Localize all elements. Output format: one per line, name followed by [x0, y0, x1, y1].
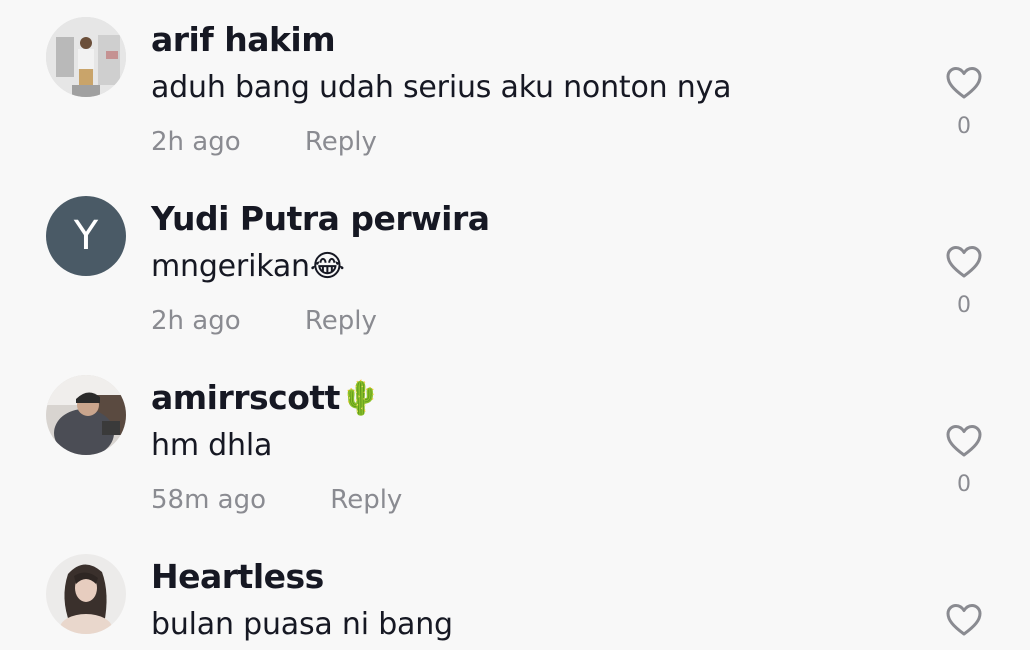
comment-text: aduh bang udah serius aku nonton nya — [151, 70, 732, 105]
comment-username[interactable]: amirrscott🌵 — [151, 378, 381, 418]
comment-text: hm dhla — [151, 428, 273, 463]
reply-button[interactable]: Reply — [305, 306, 377, 336]
like-control: 0 — [944, 245, 984, 318]
comment-timestamp: 58m ago — [151, 485, 267, 515]
like-count: 0 — [957, 114, 971, 139]
comment-item: arif hakim aduh bang udah serius aku non… — [0, 0, 1030, 179]
heart-outline-icon[interactable] — [945, 424, 983, 458]
like-count: 0 — [957, 472, 971, 497]
reply-button[interactable]: Reply — [330, 485, 402, 515]
reply-button[interactable]: Reply — [305, 127, 377, 157]
comment-timestamp: 2h ago — [151, 127, 241, 157]
comment-timestamp: 2h ago — [151, 306, 241, 336]
avatar[interactable]: Y — [46, 196, 126, 276]
comment-username[interactable]: Heartless — [151, 557, 324, 596]
comment-item: Y Yudi Putra perwira mngerikan😂 2h ago R… — [0, 179, 1030, 358]
comment-username[interactable]: arif hakim — [151, 20, 336, 59]
like-control: 0 — [944, 424, 984, 497]
like-count: 0 — [957, 293, 971, 318]
comment-item: amirrscott🌵 hm dhla 58m ago Reply 0 — [0, 358, 1030, 537]
heart-outline-icon[interactable] — [945, 245, 983, 279]
heart-outline-icon[interactable] — [945, 66, 983, 100]
comment-meta: 2h ago Reply — [151, 306, 377, 336]
heart-outline-icon[interactable] — [945, 603, 983, 637]
comment-username[interactable]: Yudi Putra perwira — [151, 199, 490, 238]
comment-meta: 2h ago Reply — [151, 127, 377, 157]
avatar[interactable] — [46, 375, 126, 455]
like-control — [944, 603, 984, 637]
comment-item: Heartless bulan puasa ni bang — [0, 537, 1030, 650]
avatar[interactable] — [46, 17, 126, 97]
avatar[interactable] — [46, 554, 126, 634]
comment-text: bulan puasa ni bang — [151, 607, 453, 642]
like-control: 0 — [944, 66, 984, 139]
comment-text: mngerikan😂 — [151, 249, 345, 284]
comment-meta: 58m ago Reply — [151, 485, 402, 515]
